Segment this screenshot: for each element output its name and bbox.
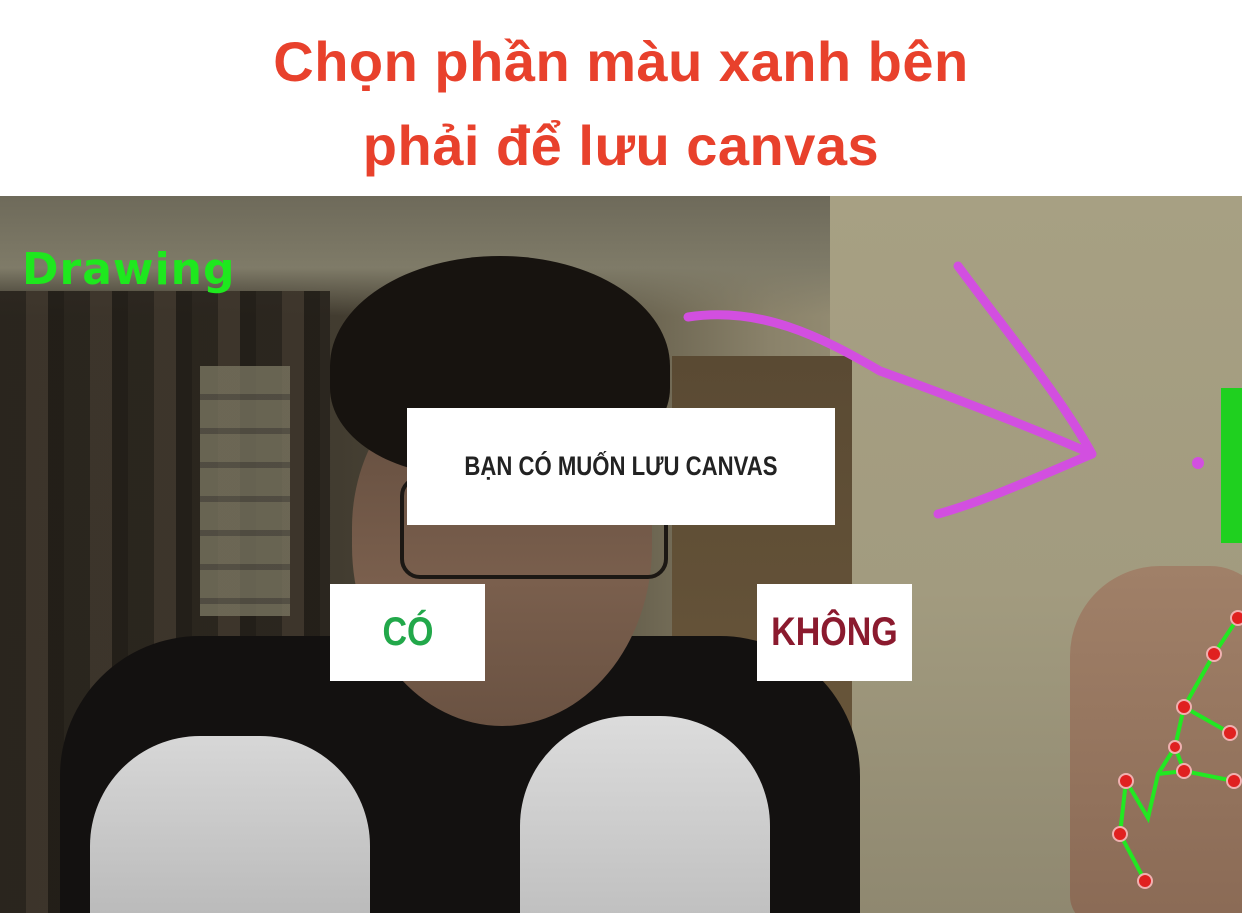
caption-line-2: phải để lưu canvas — [362, 114, 880, 177]
no-button[interactable]: KHÔNG — [757, 584, 912, 681]
hand-joints — [1112, 610, 1242, 889]
mode-label: Drawing — [22, 244, 236, 295]
webcam-feed: Drawing BẠN CÓ MUỐN LƯU CANVAS CÓ KHÔNG — [0, 196, 1242, 913]
save-dialog-question: BẠN CÓ MUỐN LƯU CANVAS — [407, 408, 835, 525]
cursor-dot — [1192, 457, 1204, 469]
yes-button[interactable]: CÓ — [330, 584, 485, 681]
save-zone-button[interactable] — [1221, 388, 1242, 543]
yes-button-label: CÓ — [382, 610, 433, 654]
save-dialog-text: BẠN CÓ MUỐN LƯU CANVAS — [464, 451, 778, 481]
meme-caption: Chọn phần màu xanh bên phải để lưu canva… — [0, 0, 1242, 196]
no-button-label: KHÔNG — [771, 610, 898, 654]
caption-line-1: Chọn phần màu xanh bên — [273, 30, 969, 93]
drawing-canvas-overlay — [683, 261, 1242, 889]
